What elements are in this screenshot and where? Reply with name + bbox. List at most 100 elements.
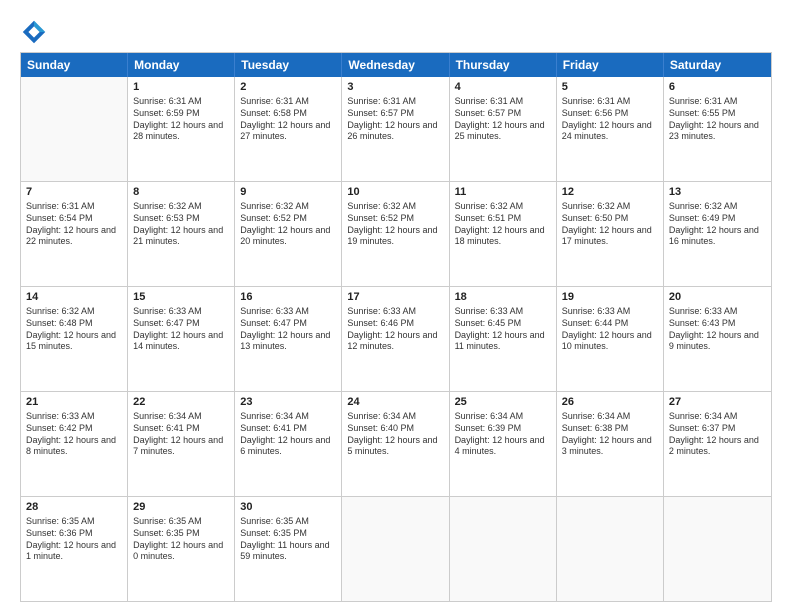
empty-cell [664, 497, 771, 601]
day-cell-3: 3Sunrise: 6:31 AM Sunset: 6:57 PM Daylig… [342, 77, 449, 181]
day-cell-5: 5Sunrise: 6:31 AM Sunset: 6:56 PM Daylig… [557, 77, 664, 181]
day-number: 10 [347, 185, 443, 200]
day-header-monday: Monday [128, 53, 235, 77]
day-cell-16: 16Sunrise: 6:33 AM Sunset: 6:47 PM Dayli… [235, 287, 342, 391]
day-info: Sunrise: 6:35 AM Sunset: 6:36 PM Dayligh… [26, 516, 122, 564]
day-cell-19: 19Sunrise: 6:33 AM Sunset: 6:44 PM Dayli… [557, 287, 664, 391]
day-cell-27: 27Sunrise: 6:34 AM Sunset: 6:37 PM Dayli… [664, 392, 771, 496]
day-number: 21 [26, 395, 122, 410]
day-info: Sunrise: 6:32 AM Sunset: 6:48 PM Dayligh… [26, 306, 122, 354]
day-number: 20 [669, 290, 766, 305]
week-row-3: 21Sunrise: 6:33 AM Sunset: 6:42 PM Dayli… [21, 392, 771, 497]
day-number: 16 [240, 290, 336, 305]
day-number: 30 [240, 500, 336, 515]
logo-icon [20, 18, 48, 46]
day-number: 14 [26, 290, 122, 305]
day-number: 7 [26, 185, 122, 200]
week-row-0: 1Sunrise: 6:31 AM Sunset: 6:59 PM Daylig… [21, 77, 771, 182]
day-info: Sunrise: 6:31 AM Sunset: 6:57 PM Dayligh… [347, 96, 443, 144]
day-number: 3 [347, 80, 443, 95]
day-info: Sunrise: 6:31 AM Sunset: 6:54 PM Dayligh… [26, 201, 122, 249]
day-number: 6 [669, 80, 766, 95]
day-cell-10: 10Sunrise: 6:32 AM Sunset: 6:52 PM Dayli… [342, 182, 449, 286]
day-cell-13: 13Sunrise: 6:32 AM Sunset: 6:49 PM Dayli… [664, 182, 771, 286]
day-info: Sunrise: 6:34 AM Sunset: 6:37 PM Dayligh… [669, 411, 766, 459]
day-cell-7: 7Sunrise: 6:31 AM Sunset: 6:54 PM Daylig… [21, 182, 128, 286]
day-cell-17: 17Sunrise: 6:33 AM Sunset: 6:46 PM Dayli… [342, 287, 449, 391]
week-row-1: 7Sunrise: 6:31 AM Sunset: 6:54 PM Daylig… [21, 182, 771, 287]
day-info: Sunrise: 6:34 AM Sunset: 6:40 PM Dayligh… [347, 411, 443, 459]
day-cell-22: 22Sunrise: 6:34 AM Sunset: 6:41 PM Dayli… [128, 392, 235, 496]
day-number: 4 [455, 80, 551, 95]
day-cell-1: 1Sunrise: 6:31 AM Sunset: 6:59 PM Daylig… [128, 77, 235, 181]
day-number: 17 [347, 290, 443, 305]
day-number: 2 [240, 80, 336, 95]
day-info: Sunrise: 6:33 AM Sunset: 6:43 PM Dayligh… [669, 306, 766, 354]
day-cell-6: 6Sunrise: 6:31 AM Sunset: 6:55 PM Daylig… [664, 77, 771, 181]
day-info: Sunrise: 6:32 AM Sunset: 6:49 PM Dayligh… [669, 201, 766, 249]
day-cell-26: 26Sunrise: 6:34 AM Sunset: 6:38 PM Dayli… [557, 392, 664, 496]
day-cell-24: 24Sunrise: 6:34 AM Sunset: 6:40 PM Dayli… [342, 392, 449, 496]
day-header-tuesday: Tuesday [235, 53, 342, 77]
week-row-4: 28Sunrise: 6:35 AM Sunset: 6:36 PM Dayli… [21, 497, 771, 601]
day-info: Sunrise: 6:31 AM Sunset: 6:58 PM Dayligh… [240, 96, 336, 144]
day-cell-18: 18Sunrise: 6:33 AM Sunset: 6:45 PM Dayli… [450, 287, 557, 391]
day-cell-12: 12Sunrise: 6:32 AM Sunset: 6:50 PM Dayli… [557, 182, 664, 286]
day-info: Sunrise: 6:34 AM Sunset: 6:41 PM Dayligh… [240, 411, 336, 459]
day-info: Sunrise: 6:31 AM Sunset: 6:57 PM Dayligh… [455, 96, 551, 144]
week-row-2: 14Sunrise: 6:32 AM Sunset: 6:48 PM Dayli… [21, 287, 771, 392]
day-info: Sunrise: 6:33 AM Sunset: 6:47 PM Dayligh… [133, 306, 229, 354]
calendar: SundayMondayTuesdayWednesdayThursdayFrid… [20, 52, 772, 602]
day-info: Sunrise: 6:33 AM Sunset: 6:46 PM Dayligh… [347, 306, 443, 354]
day-header-saturday: Saturday [664, 53, 771, 77]
day-info: Sunrise: 6:32 AM Sunset: 6:51 PM Dayligh… [455, 201, 551, 249]
day-info: Sunrise: 6:34 AM Sunset: 6:38 PM Dayligh… [562, 411, 658, 459]
day-number: 11 [455, 185, 551, 200]
day-number: 5 [562, 80, 658, 95]
day-info: Sunrise: 6:34 AM Sunset: 6:39 PM Dayligh… [455, 411, 551, 459]
day-cell-30: 30Sunrise: 6:35 AM Sunset: 6:35 PM Dayli… [235, 497, 342, 601]
calendar-body: 1Sunrise: 6:31 AM Sunset: 6:59 PM Daylig… [21, 77, 771, 601]
day-number: 8 [133, 185, 229, 200]
day-cell-20: 20Sunrise: 6:33 AM Sunset: 6:43 PM Dayli… [664, 287, 771, 391]
empty-cell [342, 497, 449, 601]
day-info: Sunrise: 6:32 AM Sunset: 6:53 PM Dayligh… [133, 201, 229, 249]
logo [20, 18, 52, 46]
day-info: Sunrise: 6:33 AM Sunset: 6:47 PM Dayligh… [240, 306, 336, 354]
day-cell-21: 21Sunrise: 6:33 AM Sunset: 6:42 PM Dayli… [21, 392, 128, 496]
day-cell-8: 8Sunrise: 6:32 AM Sunset: 6:53 PM Daylig… [128, 182, 235, 286]
header [20, 18, 772, 46]
day-number: 24 [347, 395, 443, 410]
empty-cell [21, 77, 128, 181]
page: SundayMondayTuesdayWednesdayThursdayFrid… [0, 0, 792, 612]
day-info: Sunrise: 6:32 AM Sunset: 6:52 PM Dayligh… [240, 201, 336, 249]
day-number: 9 [240, 185, 336, 200]
day-info: Sunrise: 6:31 AM Sunset: 6:59 PM Dayligh… [133, 96, 229, 144]
day-info: Sunrise: 6:33 AM Sunset: 6:45 PM Dayligh… [455, 306, 551, 354]
day-cell-23: 23Sunrise: 6:34 AM Sunset: 6:41 PM Dayli… [235, 392, 342, 496]
day-number: 15 [133, 290, 229, 305]
day-number: 26 [562, 395, 658, 410]
day-header-sunday: Sunday [21, 53, 128, 77]
day-number: 27 [669, 395, 766, 410]
day-number: 22 [133, 395, 229, 410]
day-number: 18 [455, 290, 551, 305]
day-info: Sunrise: 6:35 AM Sunset: 6:35 PM Dayligh… [240, 516, 336, 564]
day-info: Sunrise: 6:32 AM Sunset: 6:52 PM Dayligh… [347, 201, 443, 249]
day-cell-29: 29Sunrise: 6:35 AM Sunset: 6:35 PM Dayli… [128, 497, 235, 601]
day-cell-25: 25Sunrise: 6:34 AM Sunset: 6:39 PM Dayli… [450, 392, 557, 496]
day-cell-4: 4Sunrise: 6:31 AM Sunset: 6:57 PM Daylig… [450, 77, 557, 181]
day-info: Sunrise: 6:33 AM Sunset: 6:42 PM Dayligh… [26, 411, 122, 459]
day-cell-9: 9Sunrise: 6:32 AM Sunset: 6:52 PM Daylig… [235, 182, 342, 286]
day-info: Sunrise: 6:31 AM Sunset: 6:56 PM Dayligh… [562, 96, 658, 144]
day-cell-15: 15Sunrise: 6:33 AM Sunset: 6:47 PM Dayli… [128, 287, 235, 391]
day-number: 28 [26, 500, 122, 515]
day-number: 12 [562, 185, 658, 200]
day-number: 25 [455, 395, 551, 410]
day-header-thursday: Thursday [450, 53, 557, 77]
day-header-friday: Friday [557, 53, 664, 77]
day-number: 1 [133, 80, 229, 95]
day-info: Sunrise: 6:33 AM Sunset: 6:44 PM Dayligh… [562, 306, 658, 354]
empty-cell [450, 497, 557, 601]
day-header-wednesday: Wednesday [342, 53, 449, 77]
